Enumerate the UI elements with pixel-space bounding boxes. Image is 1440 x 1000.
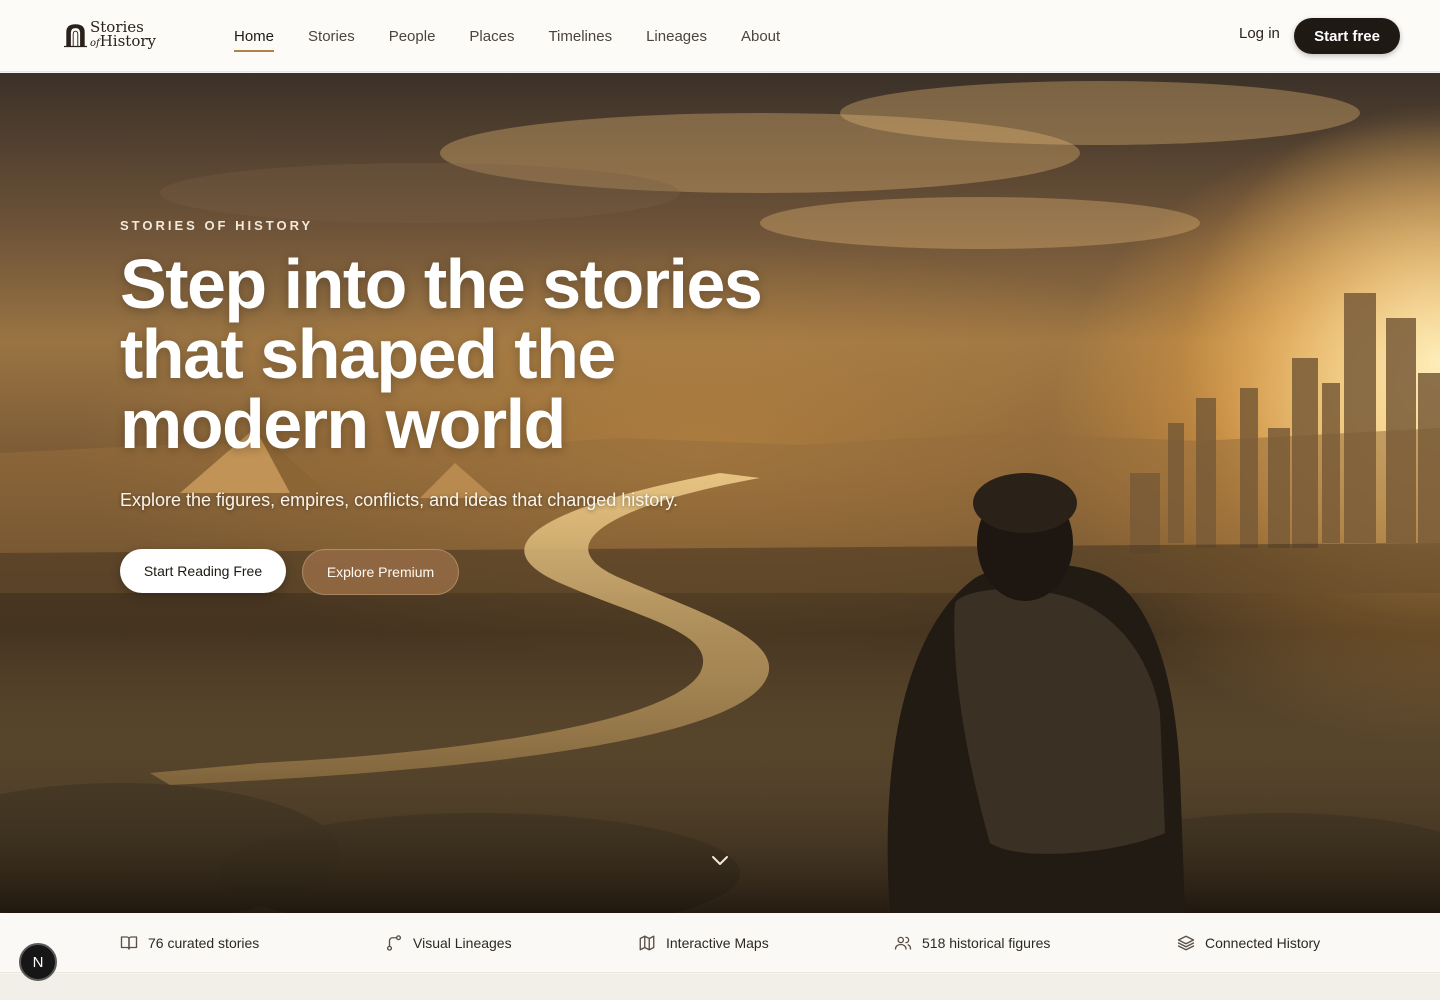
- logo-line-2: ofHistory: [89, 32, 156, 50]
- main-nav: Home Stories People Places Timelines Lin…: [234, 0, 814, 72]
- hero-eyebrow: STORIES OF HISTORY: [120, 218, 314, 233]
- map-icon: [639, 935, 655, 951]
- book-open-icon: [120, 936, 138, 950]
- feature-connected: Connected History: [1177, 913, 1320, 973]
- nav-people[interactable]: People: [389, 0, 436, 72]
- feature-label: Visual Lineages: [413, 935, 512, 951]
- arch-logo-icon: [64, 24, 87, 48]
- nav-places[interactable]: Places: [469, 0, 514, 72]
- site-header: Stories ofHistory Home Stories People Pl…: [0, 0, 1440, 72]
- login-link[interactable]: Log in: [1239, 25, 1280, 42]
- dev-tools-badge[interactable]: N: [19, 943, 57, 981]
- nav-home[interactable]: Home: [234, 0, 275, 72]
- layers-icon: [1177, 935, 1195, 951]
- users-icon: [894, 936, 912, 950]
- nav-timelines[interactable]: Timelines: [548, 0, 612, 72]
- logo[interactable]: Stories ofHistory: [64, 18, 156, 52]
- feature-stories: 76 curated stories: [120, 913, 259, 973]
- nav-lineages[interactable]: Lineages: [646, 0, 707, 72]
- explore-premium-button[interactable]: Explore Premium: [302, 549, 459, 595]
- feature-figures: 518 historical figures: [894, 913, 1050, 973]
- logo-text: Stories ofHistory: [89, 20, 156, 50]
- start-free-button[interactable]: Start free: [1294, 18, 1400, 54]
- feature-label: 76 curated stories: [148, 935, 260, 951]
- hero-headline: Step into the stories that shaped the mo…: [120, 245, 763, 463]
- feature-label: 518 historical figures: [922, 935, 1051, 951]
- feature-lineages: Visual Lineages: [385, 913, 512, 973]
- next-section-peek: [0, 974, 1440, 1000]
- hero-subhead: Explore the figures, empires, conflicts,…: [120, 490, 678, 510]
- feature-label: Interactive Maps: [666, 935, 769, 951]
- feature-label: Connected History: [1205, 935, 1321, 951]
- feature-maps: Interactive Maps: [638, 913, 769, 973]
- git-branch-icon: [386, 935, 402, 951]
- chevron-down-icon[interactable]: [710, 853, 730, 869]
- features-bar: 76 curated stories Visual Lineages Inter…: [0, 913, 1440, 973]
- nav-about[interactable]: About: [741, 0, 780, 72]
- hero-section: STORIES OF HISTORY Step into the stories…: [0, 73, 1440, 913]
- start-reading-button[interactable]: Start Reading Free: [120, 549, 286, 593]
- nav-stories[interactable]: Stories: [308, 0, 355, 72]
